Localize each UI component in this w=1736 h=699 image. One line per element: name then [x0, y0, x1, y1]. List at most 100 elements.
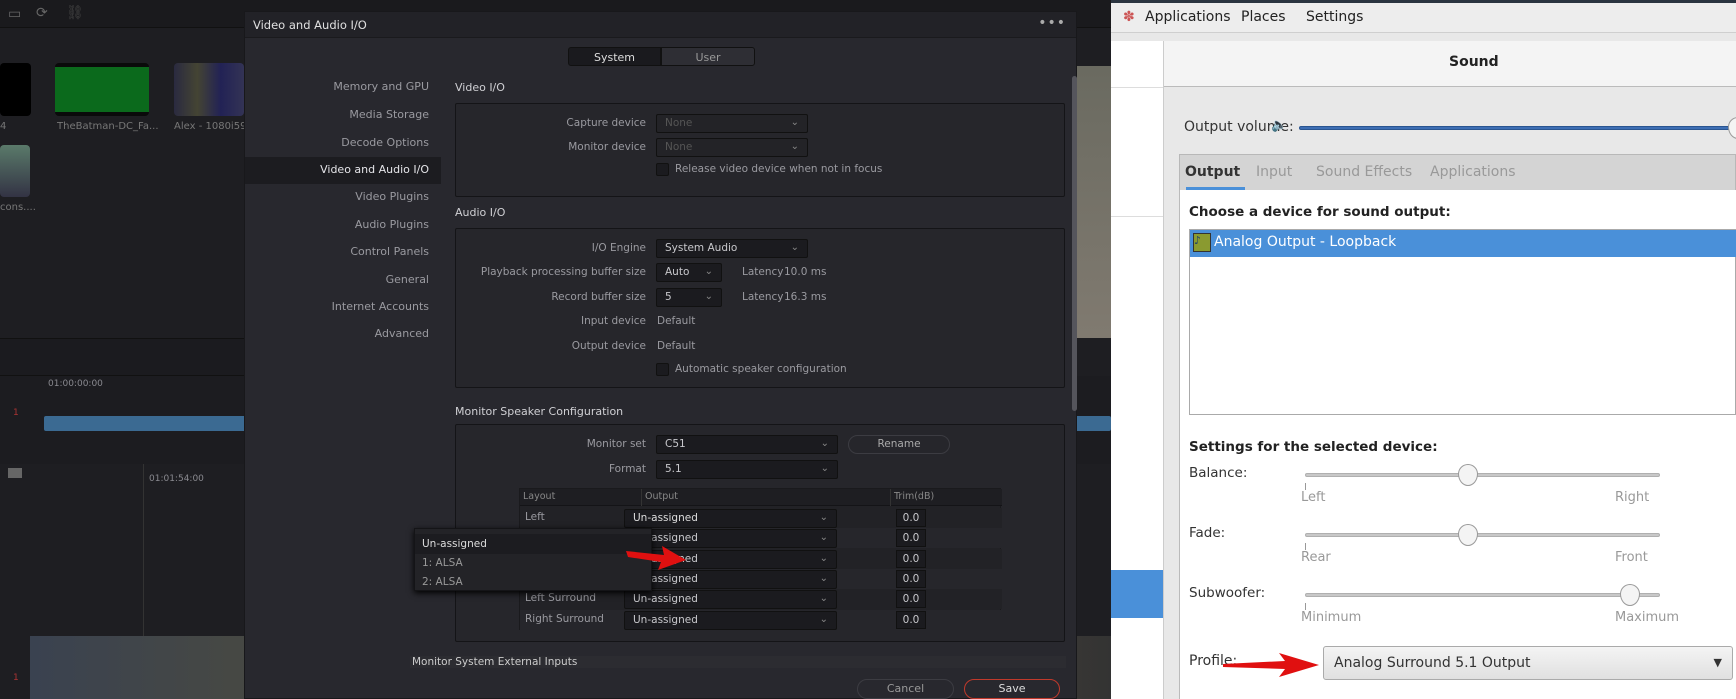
fade-slider[interactable]	[1305, 533, 1660, 537]
balance-slider[interactable]	[1305, 473, 1660, 477]
ellipsis-icon[interactable]: •••	[1038, 15, 1066, 31]
auto-speaker-label: Automatic speaker configuration	[675, 363, 847, 375]
capture-device-value: None	[665, 117, 693, 129]
tab-output[interactable]: Output	[1185, 164, 1240, 180]
device-item-selected[interactable]: ♪ Analog Output - Loopback	[1190, 230, 1736, 257]
tab-sound-effects[interactable]: Sound Effects	[1316, 164, 1412, 180]
table-row: Right Surround Un-assigned ⌄ 0.0	[520, 609, 1002, 630]
playback-buffer-select[interactable]: Auto ⌄	[656, 263, 722, 282]
clip-thumbnail[interactable]	[0, 63, 31, 116]
output-value: Un-assigned	[633, 512, 698, 524]
profile-combo[interactable]: Analog Surround 5.1 Output ▼	[1323, 646, 1733, 680]
link-icon[interactable]: ⛓	[66, 5, 84, 21]
sidebar-item[interactable]: Video Plugins	[249, 190, 429, 203]
sync-icon[interactable]: ⟳	[36, 5, 48, 21]
menu-settings[interactable]: Settings	[1306, 9, 1363, 25]
playback-latency-label: Latency	[742, 266, 784, 278]
cancel-button[interactable]: Cancel	[857, 679, 954, 699]
dropdown-option-unassigned[interactable]: Un-assigned	[415, 534, 651, 554]
dialog-titlebar: Video and Audio I/O •••	[245, 12, 1076, 38]
layout-cell: Right Surround	[525, 612, 604, 625]
monitor-set-select[interactable]: C51 ⌄	[656, 435, 838, 454]
rename-button[interactable]: Rename	[848, 435, 950, 454]
trim-field[interactable]: 0.0	[896, 509, 926, 527]
fade-knob[interactable]	[1457, 524, 1478, 546]
trim-field[interactable]: 0.0	[896, 569, 926, 588]
column-trim: Trim(dB)	[890, 489, 937, 506]
chevron-down-icon: ⌄	[819, 593, 828, 605]
clip-label: 4	[0, 121, 7, 132]
tick	[1305, 483, 1306, 490]
sidebar-item-sound[interactable]	[1111, 570, 1163, 618]
record-buffer-value: 5	[665, 291, 672, 303]
viewer-preview	[1077, 66, 1111, 338]
sidebar-item[interactable]: Advanced	[249, 327, 429, 340]
tab-user[interactable]: User	[661, 47, 755, 66]
subwoofer-label: Subwoofer:	[1189, 585, 1266, 601]
output-volume-slider[interactable]	[1299, 126, 1736, 130]
sidebar-item[interactable]: Memory and GPU	[249, 80, 429, 93]
timeline-toolbar	[0, 338, 244, 376]
save-button[interactable]: Save	[964, 679, 1060, 699]
speaker-volume-icon: 🔈	[1271, 118, 1288, 133]
chevron-down-icon: ⌄	[819, 512, 828, 523]
external-inputs-heading: Monitor System External Inputs	[410, 656, 1066, 668]
subwoofer-slider[interactable]	[1305, 593, 1660, 597]
sound-card-icon: ♪	[1193, 233, 1211, 252]
io-engine-select[interactable]: System Audio ⌄	[656, 239, 808, 258]
tab-system[interactable]: System	[568, 47, 661, 66]
clip-label: Alex - 1080i599	[174, 121, 244, 132]
balance-knob[interactable]	[1457, 464, 1478, 486]
clip-thumbnail[interactable]	[0, 145, 30, 197]
clip-thumbnail[interactable]	[174, 63, 244, 116]
format-label: Format	[608, 463, 646, 475]
capture-device-label: Capture device	[566, 117, 646, 129]
annotation-arrow	[1223, 653, 1319, 677]
menu-applications[interactable]: Applications	[1145, 9, 1231, 25]
fade-label: Fade:	[1189, 525, 1226, 541]
tick	[1305, 543, 1306, 550]
output-select[interactable]: Un-assigned⌄	[624, 569, 837, 589]
scrollbar[interactable]	[1072, 76, 1077, 411]
output-select[interactable]: Un-assigned ⌄	[624, 509, 837, 528]
clip-thumbnail[interactable]	[55, 63, 149, 116]
capture-device-select[interactable]: None ⌄	[656, 114, 808, 133]
tab-input[interactable]: Input	[1256, 164, 1292, 180]
format-select[interactable]: 5.1 ⌄	[656, 460, 838, 479]
sidebar-item[interactable]: Audio Plugins	[249, 218, 429, 231]
output-select[interactable]: Un-assigned⌄	[624, 610, 837, 630]
balance-label: Balance:	[1189, 465, 1248, 481]
balance-min-label: Left	[1301, 490, 1326, 505]
output-select[interactable]: Un-assigned⌄	[624, 590, 837, 610]
add-track-icon[interactable]	[8, 468, 22, 478]
output-device-value: Default	[657, 340, 696, 352]
playback-latency-value: 10.0 ms	[784, 266, 827, 278]
chevron-down-icon: ⌄	[704, 291, 713, 302]
video-io-box: Capture device None ⌄ Monitor device None…	[455, 103, 1065, 197]
trim-field[interactable]: 0.0	[896, 590, 926, 609]
sidebar-item[interactable]: Video and Audio I/O	[249, 163, 429, 176]
playhead[interactable]	[143, 464, 144, 636]
output-device-label: Output device	[571, 340, 646, 352]
record-latency-label: Latency	[742, 291, 784, 303]
output-volume-knob[interactable]	[1728, 117, 1736, 139]
menu-places[interactable]: Places	[1241, 9, 1286, 25]
trim-field[interactable]: 0.0	[896, 549, 926, 568]
monitor-device-label: Monitor device	[568, 141, 646, 153]
release-device-checkbox[interactable]	[656, 163, 669, 176]
monitor-device-value: None	[665, 141, 693, 153]
gnome-top-bar: ✽ Applications Places Settings	[1111, 0, 1736, 33]
monitor-device-select[interactable]: None ⌄	[656, 138, 808, 157]
io-engine-label: I/O Engine	[591, 242, 646, 254]
dropdown-option-alsa-1[interactable]: 1: ALSA	[415, 554, 651, 573]
trim-field[interactable]: 0.0	[896, 529, 926, 548]
dropdown-option-alsa-2[interactable]: 2: ALSA	[415, 573, 651, 592]
record-buffer-select[interactable]: 5 ⌄	[656, 288, 722, 307]
tab-applications[interactable]: Applications	[1430, 164, 1516, 180]
import-icon[interactable]: ▭	[8, 6, 21, 22]
audio-io-heading: Audio I/O	[455, 206, 506, 219]
auto-speaker-checkbox[interactable]	[656, 363, 669, 376]
chevron-down-icon: ⌄	[790, 141, 799, 152]
trim-field[interactable]: 0.0	[896, 610, 926, 629]
balance-max-label: Right	[1615, 490, 1650, 505]
